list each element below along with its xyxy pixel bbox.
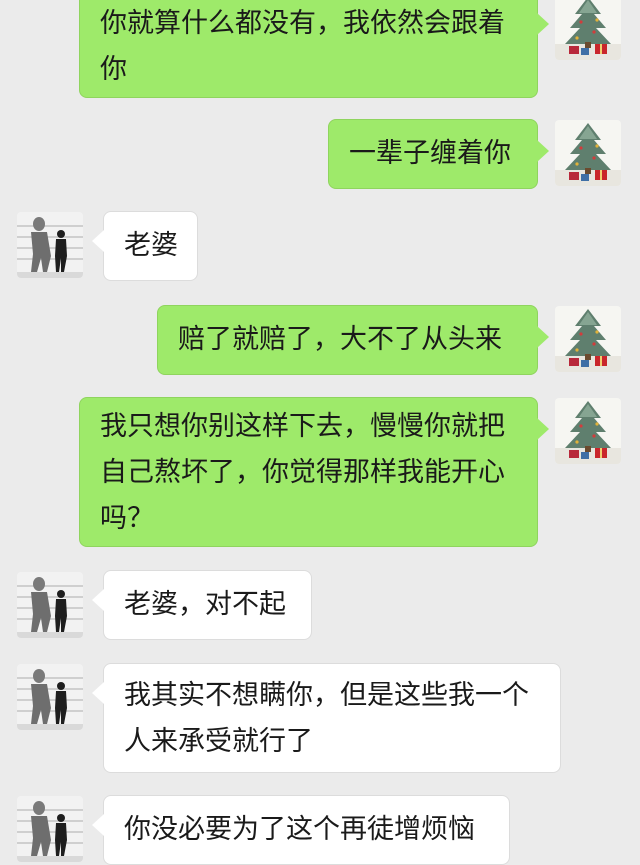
walking-man-shadow-avatar-icon[interactable] [17,572,83,638]
christmas-tree-avatar-icon[interactable] [555,120,621,186]
message-text-line: 人来承受就行了 [124,726,313,757]
received-message-bubble[interactable]: 你没必要为了这个再徒增烦恼 [92,795,510,865]
message-text-line: 我其实不想瞒你，但是这些我一个 [124,680,529,711]
sent-message-bubble[interactable]: 赔了就赔了，大不了从头来 [157,305,549,375]
sent-message-bubble[interactable]: 一辈子缠着你 [328,119,549,189]
walking-man-shadow-avatar-icon[interactable] [17,212,83,278]
received-message-bubble[interactable]: 老婆，对不起 [92,570,312,640]
christmas-tree-avatar-icon[interactable] [555,398,621,464]
message-text-line: 赔了就赔了，大不了从头来 [178,324,502,355]
walking-man-shadow-avatar-icon[interactable] [17,796,83,862]
chat-conversation: 你就算什么都没有，我依然会跟着 你 一辈子缠着你 老婆 赔了就赔了，大不了从头来… [0,0,640,865]
sent-message-bubble[interactable]: 你就算什么都没有，我依然会跟着 你 [79,0,549,98]
christmas-tree-avatar-icon[interactable] [555,306,621,372]
message-text-line: 你就算什么都没有，我依然会跟着 [100,8,505,39]
message-text-line: 自己熬坏了，你觉得那样我能开心 [100,457,505,488]
message-text-line: 你没必要为了这个再徒增烦恼 [124,814,475,845]
received-message-bubble[interactable]: 老婆 [92,211,198,281]
message-text-line: 老婆 [124,230,178,261]
received-message-bubble[interactable]: 我其实不想瞒你，但是这些我一个 人来承受就行了 [92,663,561,773]
message-text-line: 吗？ [100,503,154,534]
message-text-line: 老婆，对不起 [124,589,286,620]
message-text-line: 一辈子缠着你 [349,138,511,169]
walking-man-shadow-avatar-icon[interactable] [17,664,83,730]
christmas-tree-avatar-icon[interactable] [555,0,621,60]
sent-message-bubble[interactable]: 我只想你别这样下去，慢慢你就把 自己熬坏了，你觉得那样我能开心 吗？ [79,397,549,547]
message-text-line: 你 [100,54,127,85]
message-text-line: 我只想你别这样下去，慢慢你就把 [100,411,505,442]
